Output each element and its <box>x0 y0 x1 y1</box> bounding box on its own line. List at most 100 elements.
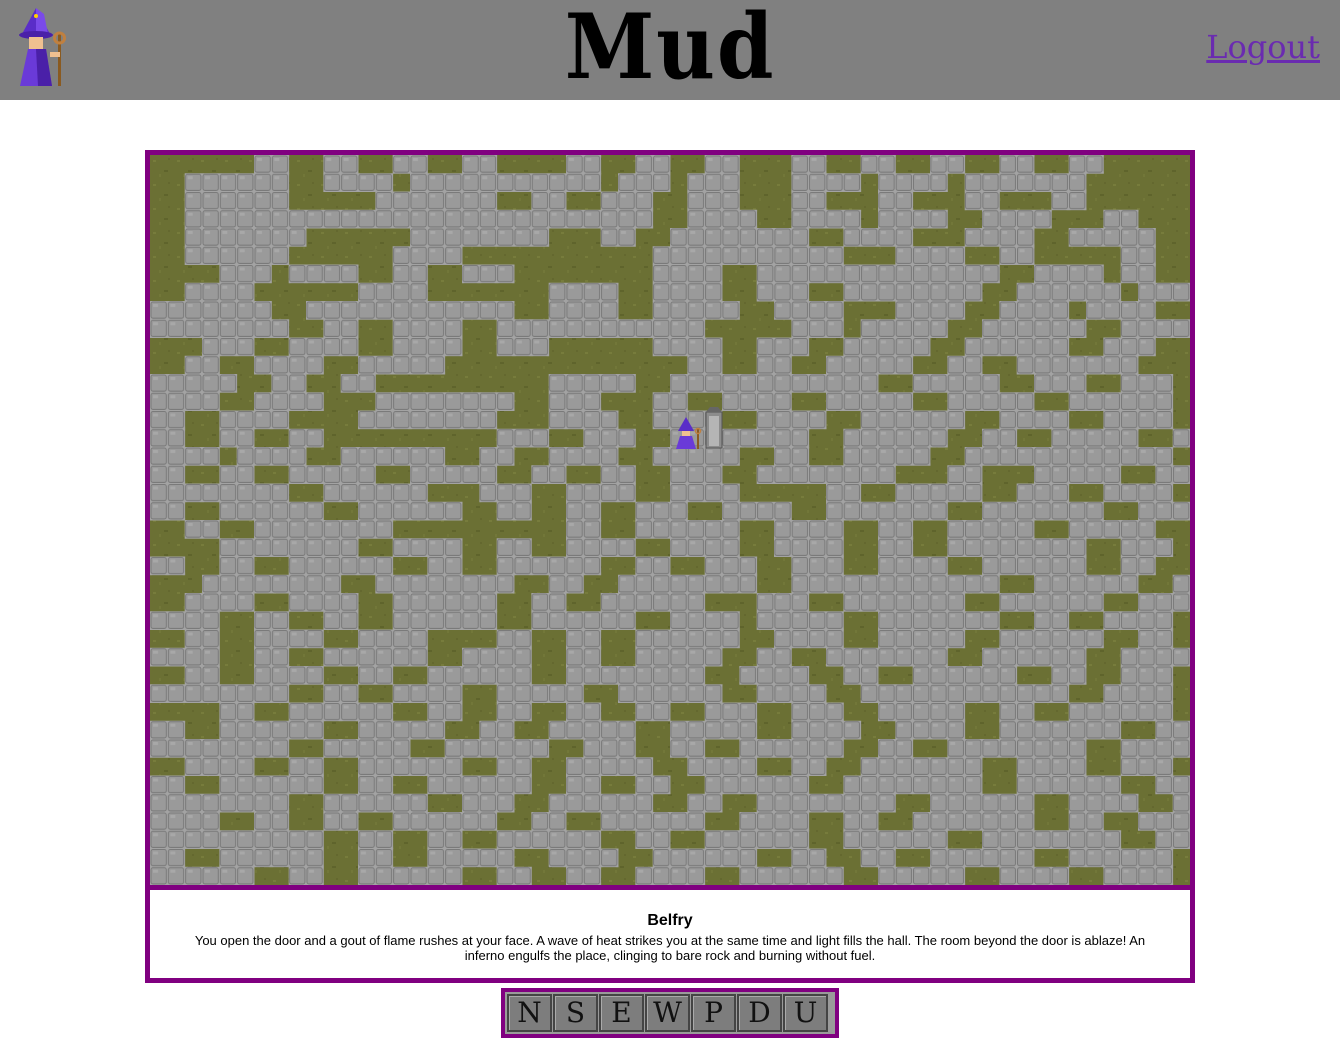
stone-path-segment <box>1068 392 1174 411</box>
logout-link[interactable]: Logout <box>1206 28 1320 66</box>
stone-path-segment <box>1155 775 1190 795</box>
stone-path-segment <box>704 775 810 795</box>
stone-path-segment <box>1138 593 1190 612</box>
stone-path-segment <box>756 465 896 484</box>
stone-path-segment <box>1120 647 1190 667</box>
stone-path-segment <box>878 538 914 557</box>
stone-path-segment <box>496 319 706 338</box>
stone-path-segment <box>548 282 619 302</box>
stone-path-segment <box>1086 301 1156 320</box>
stone-path-segment <box>999 702 1035 722</box>
stone-path-segment <box>358 666 394 685</box>
stone-path-segment <box>600 593 706 612</box>
stone-path-segment <box>1120 666 1174 685</box>
stone-path-segment <box>860 155 896 174</box>
stone-path-segment <box>531 611 636 630</box>
stone-path-segment <box>999 866 1070 885</box>
stone-path-segment <box>1172 428 1190 448</box>
stone-path-segment <box>358 866 463 885</box>
north-button[interactable]: N <box>507 994 552 1032</box>
stone-path-segment <box>254 629 324 649</box>
stone-path-segment <box>150 501 186 521</box>
stone-path-segment <box>150 793 290 813</box>
stone-path-segment <box>219 702 255 722</box>
stone-path-segment <box>670 374 879 393</box>
stone-path-segment <box>427 666 532 685</box>
stone-path-segment <box>254 392 324 411</box>
east-button[interactable]: E <box>599 994 644 1032</box>
stone-path-segment <box>756 593 810 612</box>
down-button[interactable]: D <box>737 994 782 1032</box>
stone-path-segment <box>566 647 602 667</box>
stone-path-segment <box>652 282 723 302</box>
stone-path-segment <box>982 647 1087 667</box>
p-button[interactable]: P <box>691 994 736 1032</box>
stone-path-segment <box>219 538 359 557</box>
stone-path-segment <box>1138 629 1174 649</box>
stone-path-segment <box>323 483 428 503</box>
stone-path-segment <box>462 793 515 813</box>
stone-path-segment <box>479 447 515 466</box>
stone-path-segment <box>878 739 914 758</box>
stone-path-segment <box>496 501 532 521</box>
room-description-panel: Belfry You open the door and a gout of f… <box>145 885 1195 983</box>
stone-path-segment <box>635 775 671 795</box>
stone-path-segment <box>964 191 1000 211</box>
stone-path-segment <box>566 501 602 521</box>
stone-path-segment <box>496 757 532 776</box>
west-button[interactable]: W <box>645 994 690 1032</box>
stone-path-segment <box>1155 720 1190 740</box>
stone-path-segment <box>566 538 636 557</box>
stone-path-segment <box>288 465 376 484</box>
stone-path-segment <box>670 720 758 740</box>
stone-path-segment <box>1034 611 1070 630</box>
stone-path-segment <box>756 264 1000 284</box>
stone-path-segment <box>618 574 758 594</box>
stone-path-segment <box>878 191 914 211</box>
stone-path-segment <box>358 830 394 849</box>
stone-path-segment <box>340 374 376 393</box>
stone-path-segment <box>1068 793 1139 813</box>
stone-path-segment <box>462 264 515 284</box>
stone-path-segment <box>496 337 550 357</box>
stone-path-segment <box>1172 574 1190 594</box>
stone-path-segment <box>982 556 1087 576</box>
stone-path-segment <box>964 173 1087 192</box>
stone-path-segment <box>1138 282 1190 302</box>
stone-path-segment <box>947 465 983 484</box>
stone-path-segment <box>375 574 515 594</box>
up-button[interactable]: U <box>783 994 828 1032</box>
stone-path-segment <box>150 319 290 338</box>
stone-path-segment <box>202 337 255 357</box>
south-button[interactable]: S <box>553 994 598 1032</box>
stone-path-segment <box>1103 866 1174 885</box>
stone-path-segment <box>1155 465 1190 484</box>
stone-path-segment <box>150 374 238 393</box>
stone-path-segment <box>687 757 758 776</box>
stone-path-segment <box>964 228 1035 247</box>
stone-path-segment <box>1120 319 1190 338</box>
stone-path-segment <box>618 684 723 703</box>
stone-path-segment <box>392 684 463 703</box>
stone-path-segment <box>548 720 636 740</box>
stone-path-segment <box>288 428 324 448</box>
stone-path-segment <box>392 155 428 174</box>
stone-path-segment <box>254 520 394 539</box>
stone-path-segment <box>479 483 532 503</box>
map-canvas[interactable] <box>150 155 1190 885</box>
stone-path-segment <box>288 556 394 576</box>
stone-path-segment <box>566 520 602 539</box>
stone-path-segment <box>652 848 758 868</box>
stone-path-segment <box>150 720 186 740</box>
stone-path-segment <box>878 209 948 229</box>
stone-path-segment <box>427 775 532 795</box>
stone-path-segment <box>999 593 1104 612</box>
stone-path-segment <box>288 702 394 722</box>
stone-path-segment <box>652 447 740 466</box>
stone-path-segment <box>930 793 1035 813</box>
stone-path-segment <box>150 465 186 484</box>
stone-path-segment <box>548 793 654 813</box>
stone-path-segment <box>774 520 844 539</box>
stone-path-segment <box>947 355 983 375</box>
game-map[interactable] <box>145 150 1195 890</box>
